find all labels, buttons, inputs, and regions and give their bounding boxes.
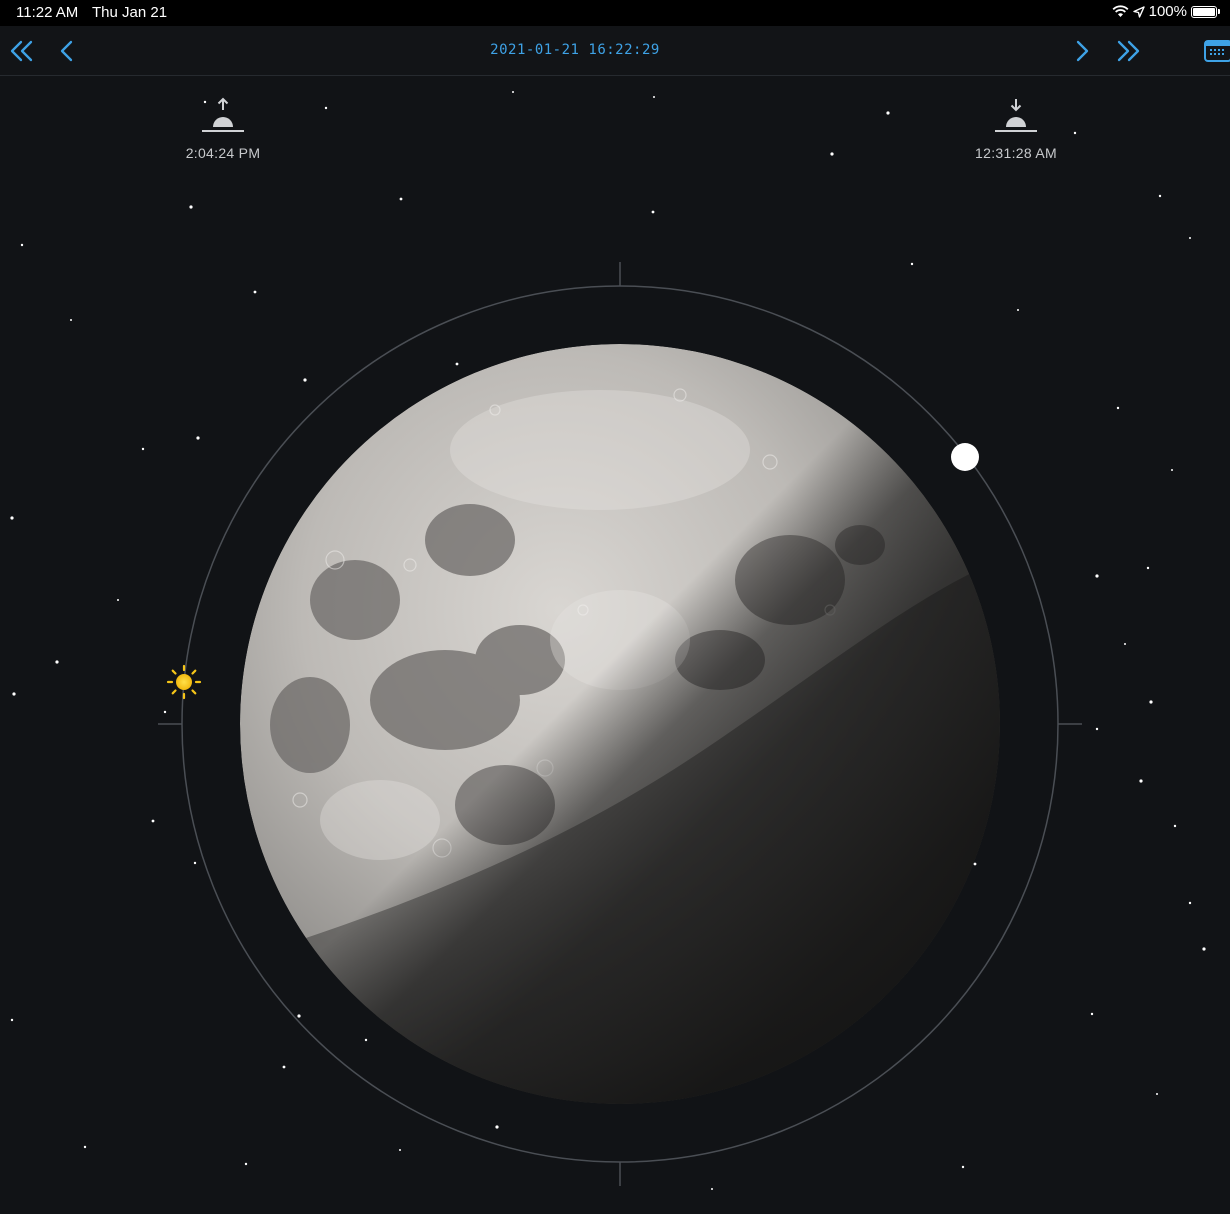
skip-forward-button[interactable] bbox=[1112, 34, 1146, 68]
battery-icon bbox=[1191, 5, 1217, 18]
moonrise-time: 2:04:24 PM bbox=[185, 145, 261, 161]
battery-nub bbox=[1218, 9, 1220, 14]
moonset-icon bbox=[995, 99, 1037, 132]
current-datetime[interactable]: 2021-01-21 16:22:29 bbox=[0, 42, 1150, 58]
status-date: Thu Jan 21 bbox=[92, 4, 168, 21]
status-time: 11:22 AM bbox=[16, 4, 79, 21]
moonrise-icon bbox=[202, 97, 244, 132]
moon-stage bbox=[10, 91, 1206, 1190]
status-bar: 11:22 AM Thu Jan 21 100% bbox=[0, 0, 1230, 26]
wifi-icon bbox=[1112, 5, 1129, 17]
moonset-info: 12:31:28 AM bbox=[956, 96, 1076, 161]
battery-percent: 100% bbox=[1148, 3, 1187, 20]
calendar-icon bbox=[1204, 40, 1230, 62]
status-right: 100% bbox=[1112, 3, 1220, 20]
forward-button[interactable] bbox=[1065, 34, 1099, 68]
moon-phase-screen: 11:22 AM Thu Jan 21 100% 2021-01-21 16:2… bbox=[0, 0, 1230, 1214]
calendar-button[interactable] bbox=[1200, 34, 1230, 68]
moonrise-info: 2:04:24 PM bbox=[163, 96, 283, 161]
double-chevron-right-icon bbox=[1117, 40, 1140, 62]
moonset-time: 12:31:28 AM bbox=[975, 145, 1057, 161]
moon-position-dot[interactable] bbox=[951, 443, 979, 471]
moon-image bbox=[240, 344, 1000, 1104]
location-arrow-icon bbox=[1132, 5, 1145, 18]
date-nav-bar: 2021-01-21 16:22:29 bbox=[0, 26, 1230, 76]
chevron-right-icon bbox=[1076, 40, 1089, 62]
sun-icon bbox=[166, 664, 202, 700]
